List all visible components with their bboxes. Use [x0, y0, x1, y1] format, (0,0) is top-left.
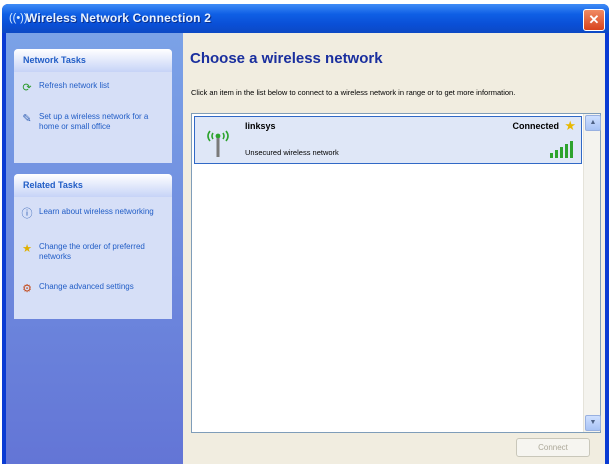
change-advanced-settings-label: Change advanced settings [39, 282, 134, 291]
network-list[interactable]: linksys Connected ★ Unsecured wireless n… [191, 113, 601, 433]
connection-status: Connected [512, 121, 559, 131]
wireless-antenna-icon [207, 130, 229, 157]
scroll-up-button[interactable]: ▲ [585, 115, 601, 131]
signal-bar [565, 144, 568, 158]
page-title: Choose a wireless network [190, 50, 383, 67]
change-advanced-settings-link[interactable]: ⚙ Change advanced settings [20, 282, 168, 296]
wireless-network-window: ((•)) Wireless Network Connection 2 ✕ Ne… [2, 4, 609, 464]
network-name: linksys [245, 121, 276, 131]
preferred-star-icon: ★ [564, 118, 576, 133]
window-title: Wireless Network Connection 2 [26, 11, 212, 25]
task-sidebar: Network Tasks ⟳ Refresh network list ✎ S… [6, 33, 183, 464]
refresh-network-list-label: Refresh network list [39, 81, 110, 90]
setup-wireless-icon: ✎ [22, 113, 32, 125]
related-tasks-panel: Related Tasks ⓘ Learn about wireless net… [14, 174, 172, 319]
signal-strength-icon [548, 141, 573, 158]
main-panel: Choose a wireless network Click an item … [183, 33, 605, 464]
window-client-area: Network Tasks ⟳ Refresh network list ✎ S… [6, 33, 605, 464]
signal-bar [570, 141, 573, 158]
settings-icon: ⚙ [22, 283, 32, 295]
change-preferred-order-label: Change the order of preferred networks [39, 242, 145, 261]
refresh-network-list-link[interactable]: ⟳ Refresh network list [20, 81, 168, 95]
connect-button[interactable]: Connect [516, 438, 590, 457]
signal-bar [550, 153, 553, 158]
refresh-icon: ⟳ [22, 82, 32, 94]
title-bar[interactable]: ((•)) Wireless Network Connection 2 ✕ [2, 4, 609, 33]
learn-wireless-networking-link[interactable]: ⓘ Learn about wireless networking [20, 207, 168, 221]
setup-wireless-network-link[interactable]: ✎ Set up a wireless network for a home o… [20, 112, 168, 132]
network-tasks-title: Network Tasks [23, 55, 86, 65]
related-tasks-header[interactable]: Related Tasks [14, 174, 172, 197]
star-icon: ★ [22, 243, 32, 255]
network-tasks-header[interactable]: Network Tasks [14, 49, 172, 72]
setup-wireless-network-label: Set up a wireless network for a home or … [39, 112, 149, 131]
learn-wireless-networking-label: Learn about wireless networking [39, 207, 154, 216]
wireless-network-icon: ((•)) [9, 12, 28, 24]
signal-bar [555, 150, 558, 158]
network-list-item[interactable]: linksys Connected ★ Unsecured wireless n… [194, 116, 582, 164]
vertical-scrollbar[interactable]: ▲ ▼ [583, 114, 601, 432]
signal-bar [560, 147, 563, 158]
change-preferred-order-link[interactable]: ★ Change the order of preferred networks [20, 242, 168, 262]
related-tasks-title: Related Tasks [23, 180, 83, 190]
close-button[interactable]: ✕ [583, 9, 605, 31]
network-security: Unsecured wireless network [245, 148, 339, 157]
instructions-text: Click an item in the list below to conne… [191, 88, 516, 97]
network-tasks-panel: Network Tasks ⟳ Refresh network list ✎ S… [14, 49, 172, 163]
info-icon: ⓘ [21, 208, 33, 220]
scroll-down-button[interactable]: ▼ [585, 415, 601, 431]
